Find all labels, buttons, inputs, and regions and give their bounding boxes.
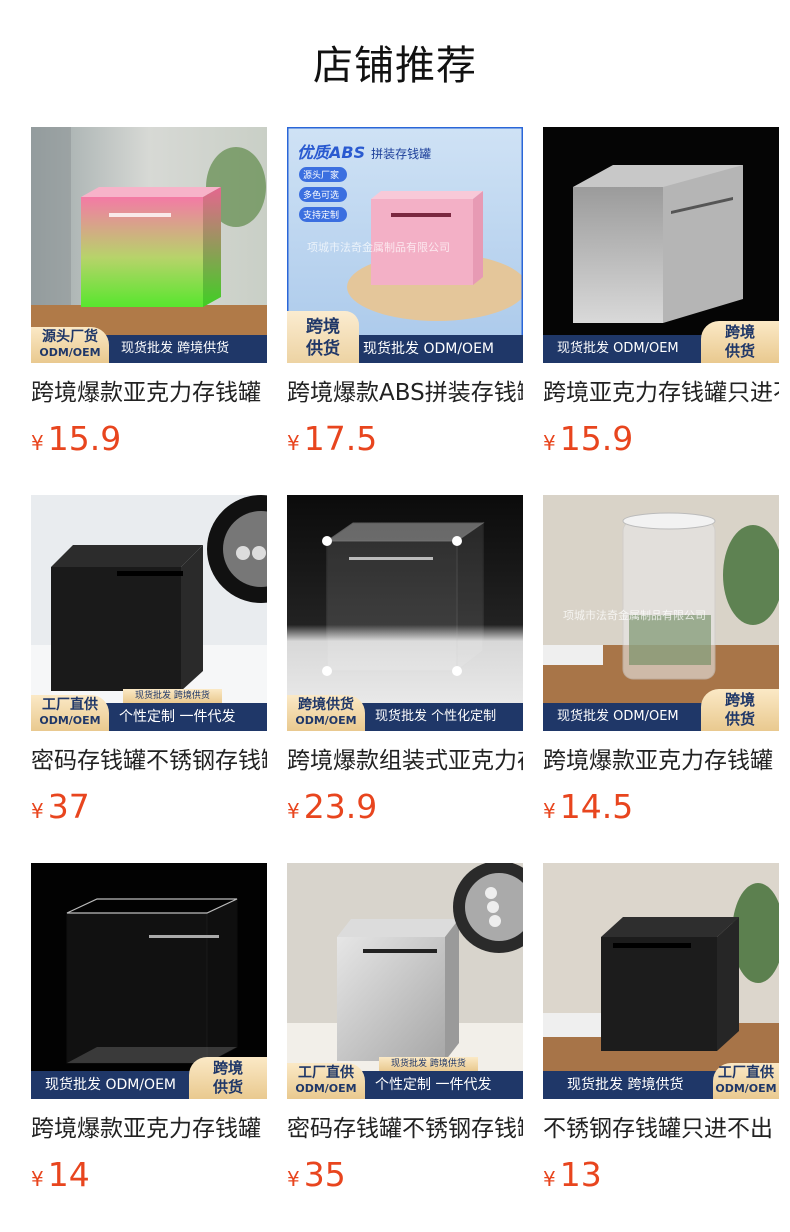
product-card[interactable]: 源头厂货 ODM/OEM 现货批发 跨境供货 跨境爆款亚克力存钱罐 ¥15.9 xyxy=(31,127,267,459)
product-card[interactable]: 现货批发 跨境供货 工厂直供 ODM/OEM 个性定制 一件代发 密码存钱罐不锈… xyxy=(287,863,523,1195)
product-name[interactable]: 跨境亚克力存钱罐只进不出 xyxy=(543,377,779,409)
product-card[interactable]: 项城市法奇金属制品有限公司 现货批发 ODM/OEM 跨境 供货 跨境爆款亚克力存… xyxy=(543,495,779,827)
product-name[interactable]: 不锈钢存钱罐只进不出 xyxy=(543,1113,779,1145)
banner-tag: 工厂直供 ODM/OEM xyxy=(31,695,109,731)
banner-tag: 跨境 供货 xyxy=(287,311,359,363)
promo-banner: 现货批发 跨境供货 工厂直供 ODM/OEM 个性定制 一件代发 xyxy=(31,689,267,731)
banner-tag: 跨境 供货 xyxy=(189,1057,267,1099)
watermark: 项城市法奇金属制品有限公司 xyxy=(307,241,450,254)
banner-tag: 源头厂货 ODM/OEM xyxy=(31,327,109,363)
product-card[interactable]: 现货批发 跨境供货 工厂直供 ODM/OEM 个性定制 一件代发 密码存钱罐不锈… xyxy=(31,495,267,827)
banner-tag: 跨境 供货 xyxy=(701,321,779,363)
product-name[interactable]: 密码存钱罐不锈钢存钱罐 xyxy=(287,1113,523,1145)
watermark: 项城市法奇金属制品有限公司 xyxy=(563,609,706,622)
promo-banner: 现货批发 跨境供货 工厂直供 ODM/OEM 个性定制 一件代发 xyxy=(287,1057,523,1099)
promo-banner: 现货批发 ODM/OEM 跨境 供货 xyxy=(543,689,779,731)
product-price: ¥37 xyxy=(31,787,90,826)
promo-banner: 现货批发 ODM/OEM 跨境 供货 xyxy=(31,1057,267,1099)
product-price: ¥13 xyxy=(543,1155,602,1194)
promo-banner: 现货批发 ODM/OEM 跨境 供货 xyxy=(543,321,779,363)
product-price: ¥17.5 xyxy=(287,419,378,458)
product-name[interactable]: 跨境爆款亚克力存钱罐 xyxy=(31,1113,267,1145)
product-image[interactable]: 现货批发 ODM/OEM 跨境 供货 xyxy=(543,127,779,363)
product-price: ¥15.9 xyxy=(31,419,122,458)
promo-banner: 跨境供货 ODM/OEM 现货批发 个性化定制 xyxy=(287,695,523,731)
promo-heading: 优质ABS 拼装存钱罐 xyxy=(297,143,432,162)
product-name[interactable]: 跨境爆款亚克力存钱罐 xyxy=(31,377,267,409)
product-name[interactable]: 跨境爆款组装式亚克力存钱罐 xyxy=(287,745,523,777)
product-card[interactable]: 现货批发 ODM/OEM 跨境 供货 跨境爆款亚克力存钱罐 ¥14 xyxy=(31,863,267,1195)
product-name[interactable]: 密码存钱罐不锈钢存钱罐 xyxy=(31,745,267,777)
promo-banner: 跨境 供货 现货批发 ODM/OEM xyxy=(287,311,523,363)
product-image[interactable]: 现货批发 ODM/OEM 跨境 供货 xyxy=(31,863,267,1099)
feature-badge: 多色可选 xyxy=(299,187,348,202)
product-image[interactable]: 源头厂货 ODM/OEM 现货批发 跨境供货 xyxy=(31,127,267,363)
product-price: ¥14.5 xyxy=(543,787,634,826)
product-price: ¥14 xyxy=(31,1155,90,1194)
product-price: ¥35 xyxy=(287,1155,346,1194)
product-name[interactable]: 跨境爆款亚克力存钱罐 xyxy=(543,745,779,777)
product-price: ¥15.9 xyxy=(543,419,634,458)
feature-badge: 源头厂家 xyxy=(299,167,348,182)
feature-badge: 支持定制 xyxy=(299,207,348,222)
product-image[interactable]: 项城市法奇金属制品有限公司 现货批发 ODM/OEM 跨境 供货 xyxy=(543,495,779,731)
product-image[interactable]: 优质ABS 拼装存钱罐 源头厂家 多色可选 支持定制 项城市法奇金属制品有限公司 … xyxy=(287,127,523,363)
product-card[interactable]: 现货批发 跨境供货 工厂直供 ODM/OEM 不锈钢存钱罐只进不出 ¥13 xyxy=(543,863,779,1195)
product-card[interactable]: 现货批发 ODM/OEM 跨境供货 跨境亚克力存钱罐只进不出 ¥15.9 xyxy=(543,127,779,459)
product-card[interactable]: 优质ABS 拼装存钱罐 源头厂家 多色可选 支持定制 项城市法奇金属制品有限公司 … xyxy=(287,127,523,459)
product-image[interactable]: 现货批发 跨境供货 工厂直供 ODM/OEM 个性定制 一件代发 xyxy=(31,495,267,731)
product-price: ¥23.9 xyxy=(287,787,378,826)
promo-features: 源头厂家 多色可选 支持定制 xyxy=(299,167,348,227)
product-card[interactable]: 跨境供货 ODM/OEM 现货批发 个性化定制 跨境爆款组装式亚克力存钱罐 ¥2… xyxy=(287,495,523,827)
product-name[interactable]: 跨境爆款ABS拼装存钱罐 xyxy=(287,377,523,409)
promo-banner: 源头厂货 ODM/OEM 现货批发 跨境供货 xyxy=(31,327,267,363)
page-title: 店铺推荐 xyxy=(313,43,477,89)
banner-tag: 跨境供货 ODM/OEM xyxy=(287,695,365,731)
promo-banner: 现货批发 跨境供货 工厂直供 ODM/OEM xyxy=(543,1063,779,1099)
banner-tag: 跨境 供货 xyxy=(701,689,779,731)
banner-tag: 工厂直供 ODM/OEM xyxy=(713,1063,779,1099)
product-image[interactable]: 现货批发 跨境供货 工厂直供 ODM/OEM 个性定制 一件代发 xyxy=(287,863,523,1099)
product-image[interactable]: 跨境供货 ODM/OEM 现货批发 个性化定制 xyxy=(287,495,523,731)
product-image[interactable]: 现货批发 跨境供货 工厂直供 ODM/OEM xyxy=(543,863,779,1099)
banner-tag: 工厂直供 ODM/OEM xyxy=(287,1063,365,1099)
